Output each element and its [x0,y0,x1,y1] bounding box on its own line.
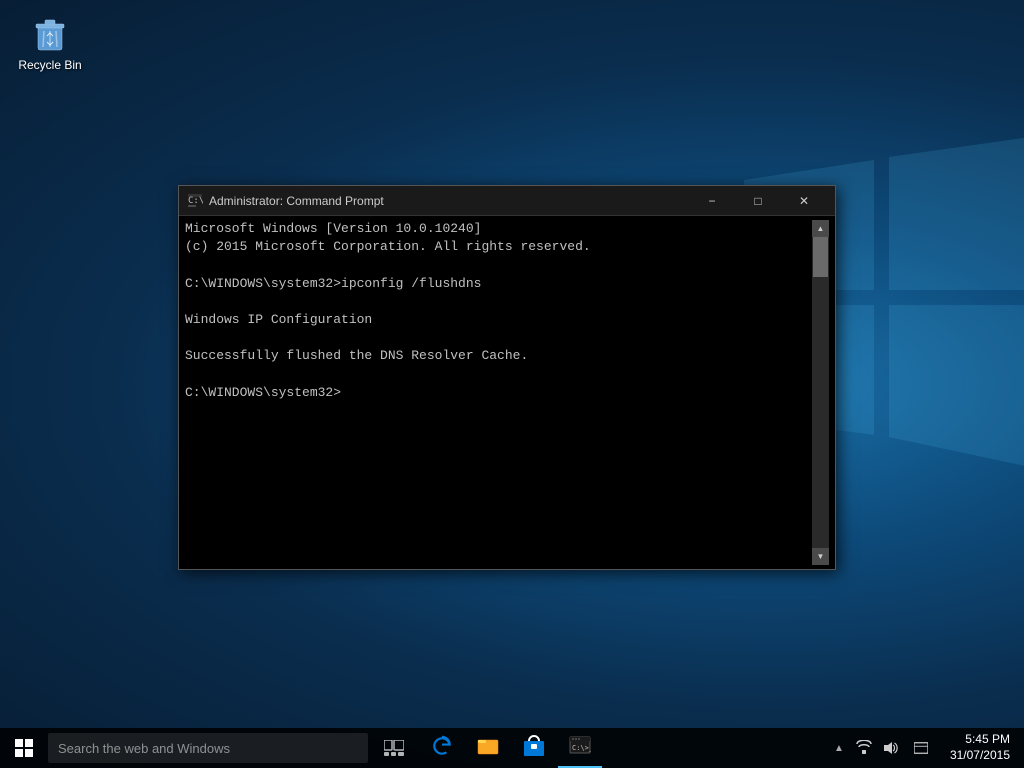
volume-icon[interactable] [880,738,900,758]
close-button[interactable]: ✕ [781,186,827,216]
minimize-button[interactable]: − [689,186,735,216]
clock-time: 5:45 PM [965,732,1010,748]
taskbar-item-explorer[interactable] [466,728,510,768]
system-clock[interactable]: 5:45 PM 31/07/2015 [942,730,1018,765]
recycle-bin-icon [30,14,70,54]
cmd-empty-4 [185,366,812,384]
cmd-line-4: Windows IP Configuration [185,311,812,329]
start-button[interactable] [0,728,48,768]
clock-date: 31/07/2015 [950,748,1010,764]
cmd-scrollbar: ▲ ▼ [812,220,829,565]
network-icon[interactable] [854,738,874,758]
cmd-content[interactable]: Microsoft Windows [Version 10.0.10240] (… [185,220,812,565]
taskbar-item-cmd[interactable]: C:\>_ [558,728,602,768]
scrollbar-thumb[interactable] [813,237,828,277]
cmd-line-2: (c) 2015 Microsoft Corporation. All righ… [185,238,812,256]
edge-icon [431,735,453,762]
cmd-empty-3 [185,329,812,347]
taskbar-item-store[interactable] [512,728,556,768]
cmd-icon: C:\>_ [569,734,591,761]
cmd-empty-2 [185,293,812,311]
maximize-button[interactable]: □ [735,186,781,216]
taskbar: C:\>_ ▲ [0,728,1024,768]
tray-expand-button[interactable]: ▲ [830,741,848,756]
scrollbar-track[interactable] [812,237,829,548]
notification-button[interactable] [906,728,936,768]
cmd-line-3: C:\WINDOWS\system32>ipconfig /flushdns [185,275,812,293]
scrollbar-up-button[interactable]: ▲ [812,220,829,237]
task-view-button[interactable] [372,728,416,768]
store-icon [523,735,545,762]
recycle-bin-desktop-icon[interactable]: Recycle Bin [10,10,90,76]
taskbar-right: ▲ [824,728,1024,768]
cmd-title-icon: C:\ [187,193,203,209]
svg-text:C:\>_: C:\>_ [572,744,591,752]
cmd-body: Microsoft Windows [Version 10.0.10240] (… [179,216,835,569]
scrollbar-down-button[interactable]: ▼ [812,548,829,565]
cmd-title-text: Administrator: Command Prompt [209,194,689,208]
desktop: Recycle Bin C:\ Administrator: Command P… [0,0,1024,768]
cmd-empty-1 [185,256,812,274]
cmd-line-5: Successfully flushed the DNS Resolver Ca… [185,347,812,365]
recycle-bin-label: Recycle Bin [18,58,81,72]
taskbar-search-input[interactable] [48,733,368,763]
taskbar-items: C:\>_ [416,728,824,768]
cmd-line-1: Microsoft Windows [Version 10.0.10240] [185,220,812,238]
cmd-window: C:\ Administrator: Command Prompt − □ ✕ … [178,185,836,570]
svg-text:C:\: C:\ [188,196,203,206]
explorer-icon [477,736,499,761]
window-controls: − □ ✕ [689,186,827,216]
cmd-output: Microsoft Windows [Version 10.0.10240] (… [185,220,812,402]
cmd-line-6: C:\WINDOWS\system32> [185,384,812,402]
taskbar-item-edge[interactable] [420,728,464,768]
cmd-titlebar: C:\ Administrator: Command Prompt − □ ✕ [179,186,835,216]
